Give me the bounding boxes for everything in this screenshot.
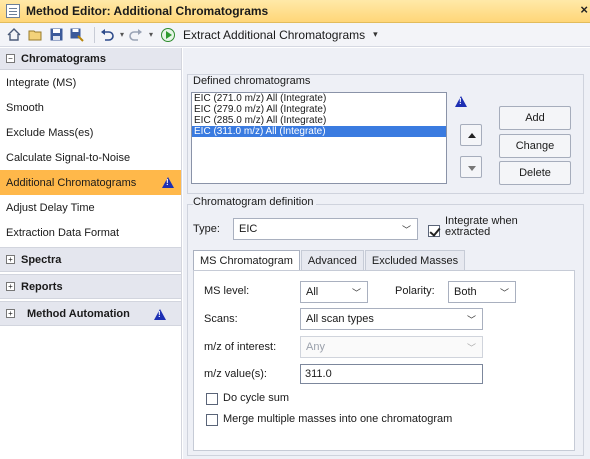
warning-icon bbox=[162, 177, 174, 188]
editor-panel: Defined chromatograms EIC (271.0 m/z) Al… bbox=[183, 48, 590, 459]
open-icon[interactable] bbox=[27, 27, 43, 43]
tab-excluded-masses[interactable]: Excluded Masses bbox=[364, 250, 466, 271]
mz-values-input[interactable]: 311.0 bbox=[300, 364, 483, 384]
expand-icon[interactable]: + bbox=[6, 309, 15, 318]
change-button[interactable]: Change bbox=[499, 134, 571, 158]
polarity-value: Both bbox=[454, 286, 477, 298]
nav-item-signal-to-noise[interactable]: Calculate Signal-to-Noise bbox=[0, 145, 181, 170]
type-select-value: EIC bbox=[239, 223, 258, 235]
mz-of-interest-value: Any bbox=[306, 341, 325, 353]
nav-item-adjust-delay-time[interactable]: Adjust Delay Time bbox=[0, 195, 181, 220]
chevron-down-icon: ﹀ bbox=[499, 288, 509, 298]
mz-values-label: m/z value(s): bbox=[204, 368, 267, 380]
chevron-down-icon: ﹀ bbox=[466, 343, 476, 353]
tab-ms-chromatogram[interactable]: MS Chromatogram bbox=[193, 250, 300, 272]
redo-icon[interactable] bbox=[128, 27, 144, 43]
nav-section-label: Method Automation bbox=[27, 307, 130, 320]
redo-dropdown-icon[interactable]: ▾ bbox=[149, 30, 153, 39]
nav-item-smooth[interactable]: Smooth bbox=[0, 95, 181, 120]
window-title: Method Editor: Additional Chromatograms bbox=[26, 4, 269, 18]
list-item[interactable]: EIC (285.0 m/z) All (Integrate) bbox=[192, 115, 446, 126]
list-item-selected[interactable]: EIC (311.0 m/z) All (Integrate) bbox=[192, 126, 446, 137]
do-cycle-sum-label: Do cycle sum bbox=[223, 392, 290, 404]
nav-section-reports[interactable]: + Reports bbox=[0, 274, 181, 299]
ms-chromatogram-panel: MS level: All ﹀ Polarity: Both ﹀ Scans: … bbox=[193, 270, 575, 451]
save-as-icon[interactable] bbox=[69, 27, 85, 43]
merge-masses-checkbox[interactable] bbox=[206, 414, 218, 426]
defined-chromatograms-label: Defined chromatograms bbox=[193, 75, 311, 87]
expand-icon[interactable]: + bbox=[6, 255, 15, 264]
collapse-icon[interactable]: − bbox=[6, 54, 15, 63]
chevron-down-icon: ﹀ bbox=[351, 288, 361, 298]
type-label: Type: bbox=[193, 223, 220, 235]
nav-item-exclude-masses[interactable]: Exclude Mass(es) bbox=[0, 120, 181, 145]
list-item[interactable]: EIC (279.0 m/z) All (Integrate) bbox=[192, 104, 446, 115]
nav-item-label: Adjust Delay Time bbox=[6, 201, 95, 214]
ms-level-select[interactable]: All ﹀ bbox=[300, 281, 368, 303]
list-item[interactable]: EIC (271.0 m/z) All (Integrate) bbox=[192, 93, 446, 104]
home-icon[interactable] bbox=[6, 27, 22, 43]
nav-section-label: Chromatograms bbox=[21, 52, 106, 65]
move-down-button[interactable] bbox=[460, 156, 482, 178]
nav-item-integrate-ms[interactable]: Integrate (MS) bbox=[0, 70, 181, 95]
mz-of-interest-select[interactable]: Any ﹀ bbox=[300, 336, 483, 358]
title-bar: Method Editor: Additional Chromatograms … bbox=[0, 0, 590, 23]
definition-tabs: MS Chromatogram Advanced Excluded Masses bbox=[193, 250, 466, 272]
nav-section-chromatograms[interactable]: − Chromatograms bbox=[0, 48, 181, 70]
toolbar-separator bbox=[94, 26, 95, 43]
nav-item-label: Extraction Data Format bbox=[6, 226, 120, 239]
integrate-when-extracted-checkbox[interactable] bbox=[428, 225, 440, 237]
nav-item-label: Calculate Signal-to-Noise bbox=[6, 151, 131, 164]
polarity-select[interactable]: Both ﹀ bbox=[448, 281, 516, 303]
scans-label: Scans: bbox=[204, 313, 238, 325]
left-nav: − Chromatograms Integrate (MS) Smooth Ex… bbox=[0, 48, 182, 459]
nav-item-label: Smooth bbox=[6, 101, 44, 114]
method-editor-icon bbox=[6, 4, 20, 18]
merge-masses-label: Merge multiple masses into one chromatog… bbox=[223, 413, 453, 425]
integrate-label-line2: extracted bbox=[445, 226, 491, 238]
move-up-button[interactable] bbox=[460, 124, 482, 146]
nav-item-label: Exclude Mass(es) bbox=[6, 126, 94, 139]
do-cycle-sum-checkbox[interactable] bbox=[206, 393, 218, 405]
save-icon[interactable] bbox=[48, 27, 64, 43]
run-icon[interactable] bbox=[161, 27, 176, 42]
ms-level-label: MS level: bbox=[204, 285, 250, 297]
delete-button[interactable]: Delete bbox=[499, 161, 571, 185]
close-icon[interactable]: × bbox=[580, 2, 588, 17]
extract-chromatograms-button[interactable]: Extract Additional Chromatograms bbox=[183, 28, 365, 42]
nav-item-label: Integrate (MS) bbox=[6, 76, 77, 89]
add-button[interactable]: Add bbox=[499, 106, 571, 130]
chevron-down-icon: ﹀ bbox=[466, 315, 476, 325]
extract-dropdown-icon[interactable]: ▾ bbox=[373, 29, 378, 40]
scans-value: All scan types bbox=[306, 313, 374, 325]
chevron-down-icon: ﹀ bbox=[401, 225, 411, 235]
warning-icon bbox=[154, 309, 166, 320]
type-select[interactable]: EIC ﹀ bbox=[233, 218, 418, 240]
warning-icon bbox=[455, 96, 467, 107]
ms-level-value: All bbox=[306, 286, 319, 298]
nav-section-label: Reports bbox=[21, 280, 63, 293]
nav-section-method-automation[interactable]: + Method Automation bbox=[0, 301, 181, 326]
nav-section-label: Spectra bbox=[21, 253, 62, 266]
nav-item-additional-chromatograms[interactable]: Additional Chromatograms bbox=[0, 170, 181, 195]
expand-icon[interactable]: + bbox=[6, 282, 15, 291]
nav-section-spectra[interactable]: + Spectra bbox=[0, 247, 181, 272]
integrate-when-extracted-label: Integrate when extracted bbox=[445, 216, 518, 238]
scans-select[interactable]: All scan types ﹀ bbox=[300, 308, 483, 330]
mz-of-interest-label: m/z of interest: bbox=[204, 341, 277, 353]
undo-dropdown-icon[interactable]: ▾ bbox=[120, 30, 124, 39]
undo-icon[interactable] bbox=[99, 27, 115, 43]
nav-item-label: Additional Chromatograms bbox=[6, 176, 137, 189]
toolbar: ▾ ▾ Extract Additional Chromatograms ▾ bbox=[0, 23, 590, 47]
polarity-label: Polarity: bbox=[395, 285, 435, 297]
tab-advanced[interactable]: Advanced bbox=[300, 250, 364, 271]
chromatogram-definition-label: Chromatogram definition bbox=[193, 196, 317, 208]
chromatogram-list[interactable]: EIC (271.0 m/z) All (Integrate) EIC (279… bbox=[191, 92, 447, 184]
nav-item-extraction-data-format[interactable]: Extraction Data Format bbox=[0, 220, 181, 245]
